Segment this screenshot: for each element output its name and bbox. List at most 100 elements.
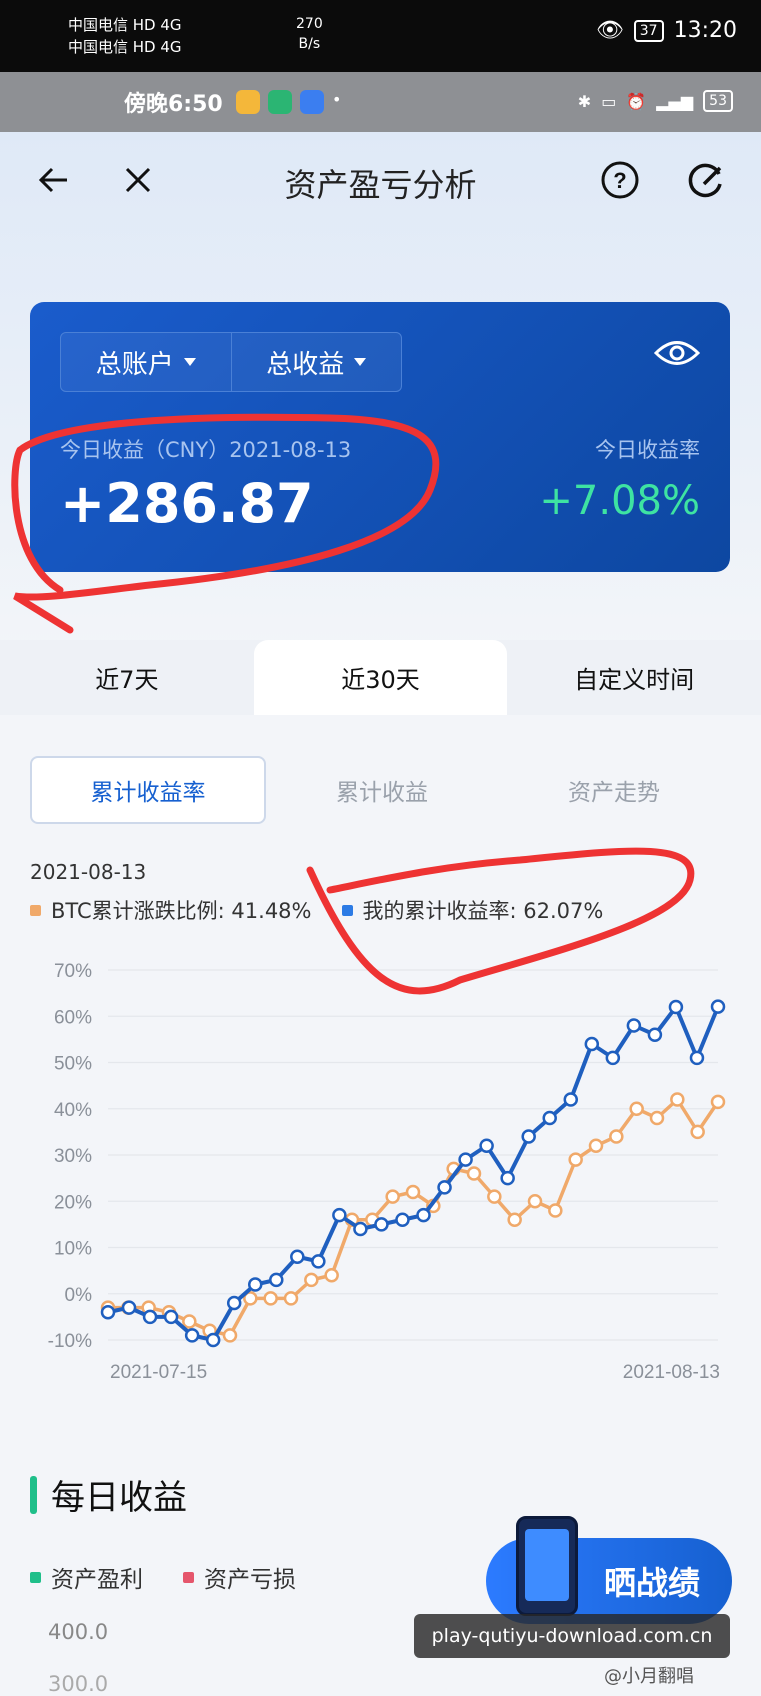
caret-down-icon (354, 358, 367, 366)
data-point-btc (507, 1212, 522, 1227)
data-point-btc (385, 1189, 400, 1204)
data-point-mine (332, 1207, 347, 1223)
data-point-btc (568, 1152, 583, 1167)
data-point-mine (542, 1110, 557, 1126)
system-status-bar: 中国电信 HD 4G 中国电信 HD 4G 270 B/s 👁 37 13:20 (0, 0, 761, 72)
today-profit-value: +286.87 (60, 472, 314, 535)
profit-legend-text: 资产盈利 (51, 1567, 143, 1593)
data-point-btc (527, 1194, 543, 1209)
data-point-btc (263, 1291, 278, 1306)
data-point-btc (629, 1101, 644, 1116)
data-point-mine (205, 1332, 221, 1348)
status-right: 👁 37 13:20 (596, 18, 737, 43)
data-point-mine (626, 1018, 642, 1033)
question-icon: ? (601, 161, 639, 199)
refresh-icon (688, 163, 722, 198)
y-tick-label: 70% (54, 961, 92, 982)
data-point-btc (487, 1189, 502, 1204)
data-point-mine (395, 1212, 410, 1227)
data-point-btc (670, 1092, 685, 1107)
bank-app-icon (300, 90, 324, 114)
phone-share-icon (516, 1516, 578, 1616)
y-tick-label: 50% (54, 1054, 92, 1075)
profit-swatch (30, 1571, 41, 1583)
chart-legend: BTC累计涨跌比例: 41.48% 我的累计收益率: 62.07% (30, 895, 603, 925)
data-point-mine (311, 1254, 326, 1269)
legend-btc: BTC累计涨跌比例: 41.48% (30, 895, 312, 925)
cumulative-rate-chart[interactable]: 70% 60% 50% 40% 30% 20% 10% 0% -10% 2021-07-15 202… (0, 945, 761, 1385)
shield-app-icon (268, 90, 292, 114)
data-point-btc (649, 1110, 665, 1126)
legend-profit: 资产盈利 (30, 1560, 143, 1594)
data-point-mine (163, 1309, 179, 1325)
title-accent-bar (30, 1475, 37, 1514)
data-point-btc (324, 1268, 339, 1283)
data-point-btc (466, 1166, 482, 1181)
help-button[interactable]: ? (594, 154, 646, 206)
y-tick-label: 10% (54, 1239, 92, 1260)
x-end-label: 2021-08-13 (623, 1362, 720, 1383)
profit-dropdown[interactable]: 总收益 (230, 333, 402, 391)
daily-legend: 资产盈利 资产亏损 (30, 1560, 296, 1594)
mine-legend-text: 我的累计收益率: 62.07% (362, 899, 604, 923)
today-rate-label: 今日收益率 (595, 438, 700, 462)
top-nav: 资产盈亏分析 ? (0, 140, 761, 220)
series-line-mine (107, 1005, 720, 1342)
data-point-mine (563, 1092, 579, 1107)
refresh-button[interactable] (680, 154, 732, 206)
data-point-mine (226, 1295, 242, 1311)
data-point-mine (437, 1180, 452, 1195)
data-point-mine (458, 1152, 473, 1167)
speed-unit: B/s (298, 36, 321, 52)
data-point-btc (304, 1272, 319, 1288)
share-results-button[interactable]: 晒战绩 (486, 1516, 732, 1624)
clock: 13:20 (673, 18, 737, 43)
dot-icon: • (332, 90, 342, 109)
daily-title-text: 每日收益 (51, 1478, 187, 1518)
profit-label: 总收益 (266, 349, 345, 380)
legend-mine: 我的累计收益率: 62.07% (341, 895, 604, 925)
data-point-mine (142, 1309, 158, 1325)
btc-swatch (30, 904, 41, 916)
data-point-btc (690, 1124, 705, 1140)
tab-asset-trend[interactable]: 资产走势 (498, 756, 730, 824)
daily-section-title: 每日收益 (30, 1470, 187, 1519)
data-point-btc (405, 1184, 421, 1200)
notif-time: 傍晚6:50 (124, 92, 223, 117)
btc-legend-text: BTC累计涨跌比例: 41.48% (51, 899, 312, 923)
y-tick-label: 60% (54, 1007, 92, 1028)
tab-cumulative-profit[interactable]: 累计收益 (266, 756, 498, 824)
legend-loss: 资产亏损 (183, 1560, 296, 1594)
data-point-mine (605, 1050, 621, 1066)
data-point-mine (521, 1129, 536, 1144)
data-point-btc (283, 1291, 299, 1306)
y-tick-label: 0% (65, 1285, 93, 1306)
y-tick-label: 30% (54, 1146, 92, 1167)
data-point-btc (609, 1129, 624, 1144)
daily-y-tick-next: 300.0 (48, 1672, 109, 1696)
tab-cumulative-rate[interactable]: 累计收益率 (30, 756, 266, 824)
tab-30-days[interactable]: 近30天 (253, 640, 508, 715)
notification-bar: 傍晚6:50 • ✱ ▭ ⏰ ▂▄▆ 53 (0, 72, 761, 132)
carrier-line-1: 中国电信 HD 4G (68, 16, 182, 34)
data-point-mine (668, 999, 684, 1015)
data-point-mine (374, 1217, 389, 1232)
y-tick-label: 40% (54, 1100, 92, 1121)
tab-custom-time[interactable]: 自定义时间 (507, 640, 761, 715)
tab-7-days[interactable]: 近7天 (0, 640, 254, 715)
site-watermark: play-qutiyu-download.com.cn (414, 1614, 730, 1658)
data-point-mine (184, 1328, 200, 1343)
visibility-toggle[interactable] (653, 338, 701, 372)
data-point-mine (416, 1207, 431, 1223)
loss-legend-text: 资产亏损 (204, 1567, 296, 1593)
toggle-icon: ▭ (601, 91, 617, 111)
data-point-mine (121, 1300, 137, 1315)
notif-app-icons: • (236, 90, 341, 114)
network-speed: 270 B/s (296, 14, 323, 54)
data-point-mine (689, 1050, 705, 1066)
metric-tabs: 累计收益率 累计收益 资产走势 (30, 756, 730, 824)
eye-icon (653, 341, 701, 365)
today-rate-value: +7.08% (539, 478, 700, 524)
today-profit-label: 今日收益（CNY）2021-08-13 (60, 438, 352, 462)
account-dropdown[interactable]: 总账户 (61, 333, 231, 391)
